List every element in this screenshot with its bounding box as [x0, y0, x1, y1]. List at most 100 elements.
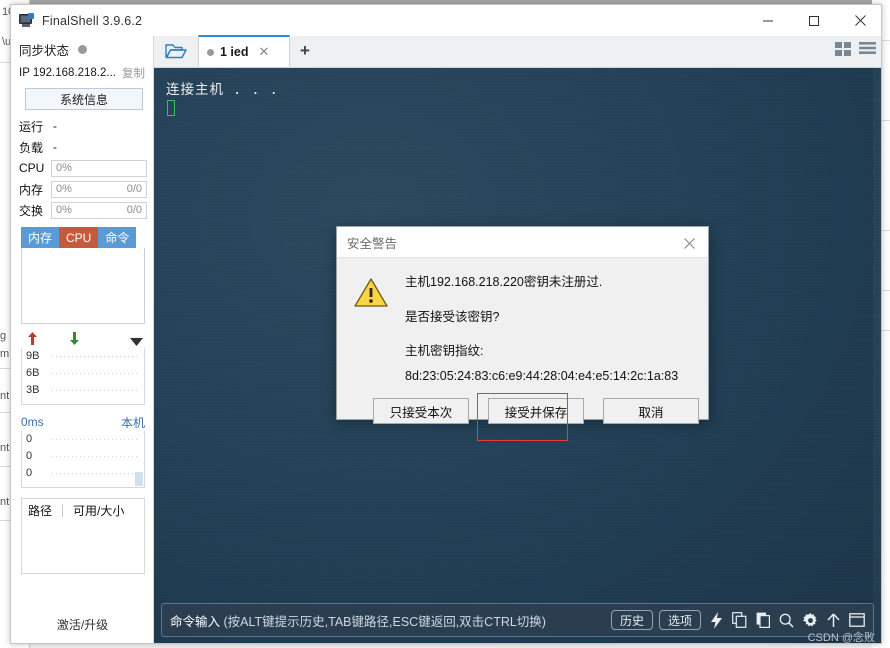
tab-label: 1 ied: [220, 45, 249, 59]
stat-value: -: [53, 119, 57, 133]
graph-gridline: [52, 439, 140, 440]
stat-detail: 0/0: [126, 183, 142, 195]
accept-and-save-button[interactable]: 接受并保存: [488, 398, 584, 424]
list-view-icon[interactable]: [859, 41, 877, 62]
watermark: CSDN @念败: [807, 632, 875, 644]
graph-y-label: 3B: [26, 384, 40, 396]
tab-bar: 1 ied ✕ +: [154, 35, 881, 68]
network-graph-header: [21, 330, 145, 348]
accept-once-button[interactable]: 只接受本次: [373, 398, 469, 424]
stat-label: 内存: [19, 182, 44, 197]
graph-gridline: [52, 473, 140, 474]
graph-y-label: 0: [26, 450, 33, 462]
activate-upgrade-link[interactable]: 激活/升级: [11, 616, 154, 633]
cancel-button[interactable]: 取消: [603, 398, 699, 424]
copy-icon[interactable]: [732, 612, 747, 628]
process-list-panel[interactable]: [21, 248, 145, 324]
copy-ip-link[interactable]: 复制: [122, 65, 145, 81]
history-button[interactable]: 历史: [610, 610, 653, 630]
disk-col-path: 路径: [28, 503, 53, 518]
stat-value: 0%: [56, 183, 72, 195]
stat-label: 交换: [19, 203, 44, 218]
sync-status-label: 同步状态: [19, 43, 70, 58]
stat-value: 0%: [56, 162, 72, 174]
lightning-icon[interactable]: [710, 611, 723, 629]
dialog-buttons: 只接受本次 接受并保存 取消: [373, 398, 699, 424]
finalshell-window: FinalShell 3.9.6.2 同步状态 IP 192.168.218.2…: [10, 4, 882, 644]
stat-value: -: [53, 140, 57, 154]
memory-usage-bar: 0% 0/0: [51, 180, 147, 198]
block-cursor: [167, 100, 175, 116]
arrow-up-icon[interactable]: [827, 612, 840, 628]
minimize-button[interactable]: [745, 5, 791, 36]
dialog-close-icon[interactable]: [676, 232, 702, 254]
graph-gridline: [52, 356, 140, 357]
command-input[interactable]: 命令输入 (按ALT键提示历史,TAB键路径,ESC键返回,双击CTRL切换): [170, 611, 605, 630]
paste-icon[interactable]: [756, 612, 770, 628]
graph-y-label: 0: [26, 467, 33, 479]
tab-terminal-1[interactable]: 1 ied ✕: [198, 35, 290, 67]
graph-y-label: 6B: [26, 367, 40, 379]
stat-row-uptime: 运行 -: [11, 116, 153, 136]
maximize-button[interactable]: [791, 5, 837, 36]
dialog-message-line-2: 是否接受该密钥?: [405, 309, 500, 324]
open-folder-icon[interactable]: [154, 35, 198, 67]
disk-table-header: 路径 可用/大小: [22, 499, 144, 521]
ip-row: IP 192.168.218.2... 复制: [11, 62, 153, 84]
graph-gridline: [52, 390, 140, 391]
network-traffic-graph: 9B 6B 3B: [21, 348, 145, 405]
tab-command[interactable]: 命令: [98, 227, 137, 248]
tab-memory[interactable]: 内存: [21, 227, 60, 248]
warning-triangle-icon: [354, 278, 388, 313]
stat-row-cpu: CPU 0%: [11, 158, 153, 178]
background-text-fragment: m: [0, 348, 10, 360]
app-title: FinalShell 3.9.6.2: [42, 13, 143, 28]
background-text-fragment: nt: [0, 390, 10, 402]
title-bar: FinalShell 3.9.6.2: [11, 5, 881, 36]
tab-cpu[interactable]: CPU: [59, 227, 99, 248]
ping-bar: [135, 472, 143, 486]
tab-close-icon[interactable]: ✕: [259, 44, 270, 60]
dialog-body: 主机192.168.218.220密钥未注册过. 是否接受该密钥? 主机密钥指纹…: [337, 258, 708, 382]
command-input-bar[interactable]: 命令输入 (按ALT键提示历史,TAB键路径,ESC键返回,双击CTRL切换) …: [161, 603, 874, 637]
stat-detail: 0/0: [126, 204, 142, 216]
command-input-hint: (按ALT键提示历史,TAB键路径,ESC键返回,双击CTRL切换): [223, 614, 546, 629]
sidebar: 同步状态 IP 192.168.218.2... 复制 系统信息 运行 - 负载…: [11, 36, 154, 643]
sync-status-indicator: [78, 44, 88, 54]
stat-label: 运行: [19, 119, 44, 134]
ping-graph-header: 0ms 本机: [21, 413, 145, 431]
security-warning-dialog: 安全警告 主机192.168.218.220密钥未注册过. 是否接受该密钥? 主…: [336, 226, 709, 424]
stat-label: CPU: [19, 161, 45, 175]
system-info-button[interactable]: 系统信息: [25, 88, 143, 110]
search-icon[interactable]: [779, 613, 794, 628]
stat-value: 0%: [56, 204, 72, 216]
dialog-fingerprint-value: 8d:23:05:24:83:c6:e9:44:28:04:e4:e5:14:2…: [405, 368, 679, 383]
caret-down-icon[interactable]: [130, 335, 143, 349]
disk-usage-panel[interactable]: 路径 可用/大小: [21, 498, 145, 574]
gear-icon[interactable]: [803, 612, 818, 628]
dialog-title-bar: 安全警告: [337, 227, 708, 258]
arrow-down-icon: [69, 332, 80, 348]
ping-latency-graph: 0 0 0: [21, 431, 145, 488]
stat-row-load: 负载 -: [11, 137, 153, 157]
ping-host-label: 本机: [120, 415, 145, 430]
disk-col-size: 可用/大小: [73, 503, 125, 518]
command-input-label: 命令输入: [170, 614, 221, 629]
terminal-scrollbar[interactable]: [873, 68, 881, 643]
ping-latency-label: 0ms: [21, 415, 44, 429]
window-icon[interactable]: [849, 613, 865, 627]
options-button[interactable]: 选项: [658, 610, 701, 630]
stat-label: 负载: [19, 140, 44, 155]
background-text-fragment: nt: [0, 496, 10, 508]
grid-view-icon[interactable]: [835, 41, 853, 62]
graph-gridline: [52, 373, 140, 374]
window-controls: [745, 5, 881, 36]
column-divider: [62, 503, 64, 517]
ip-address-label: IP 192.168.218.2...: [19, 67, 116, 79]
new-tab-button[interactable]: +: [290, 35, 320, 67]
background-text-fragment: nt: [0, 442, 10, 454]
close-button[interactable]: [837, 5, 881, 36]
terminal-line: 连接主机 . . .: [166, 82, 279, 98]
background-text-fragment: g: [0, 330, 7, 342]
graph-y-label: 9B: [26, 350, 40, 362]
